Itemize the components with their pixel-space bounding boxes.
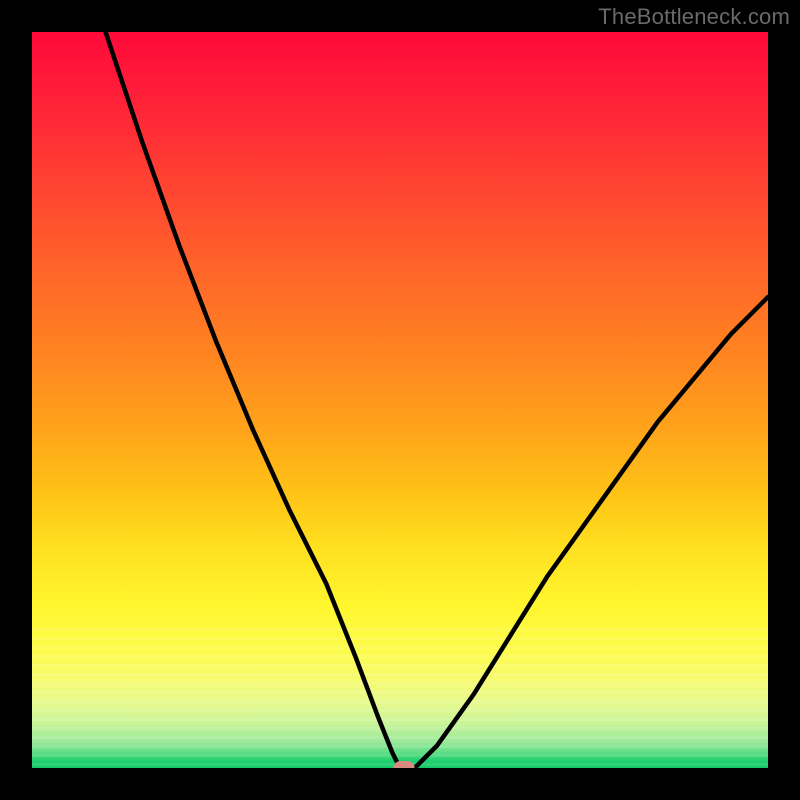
optimum-marker <box>393 761 414 768</box>
bottleneck-curve-path <box>106 32 768 768</box>
plot-area <box>32 32 768 768</box>
attribution-text: TheBottleneck.com <box>598 4 790 30</box>
chart-stage: TheBottleneck.com <box>0 0 800 800</box>
bottleneck-curve <box>32 32 768 768</box>
